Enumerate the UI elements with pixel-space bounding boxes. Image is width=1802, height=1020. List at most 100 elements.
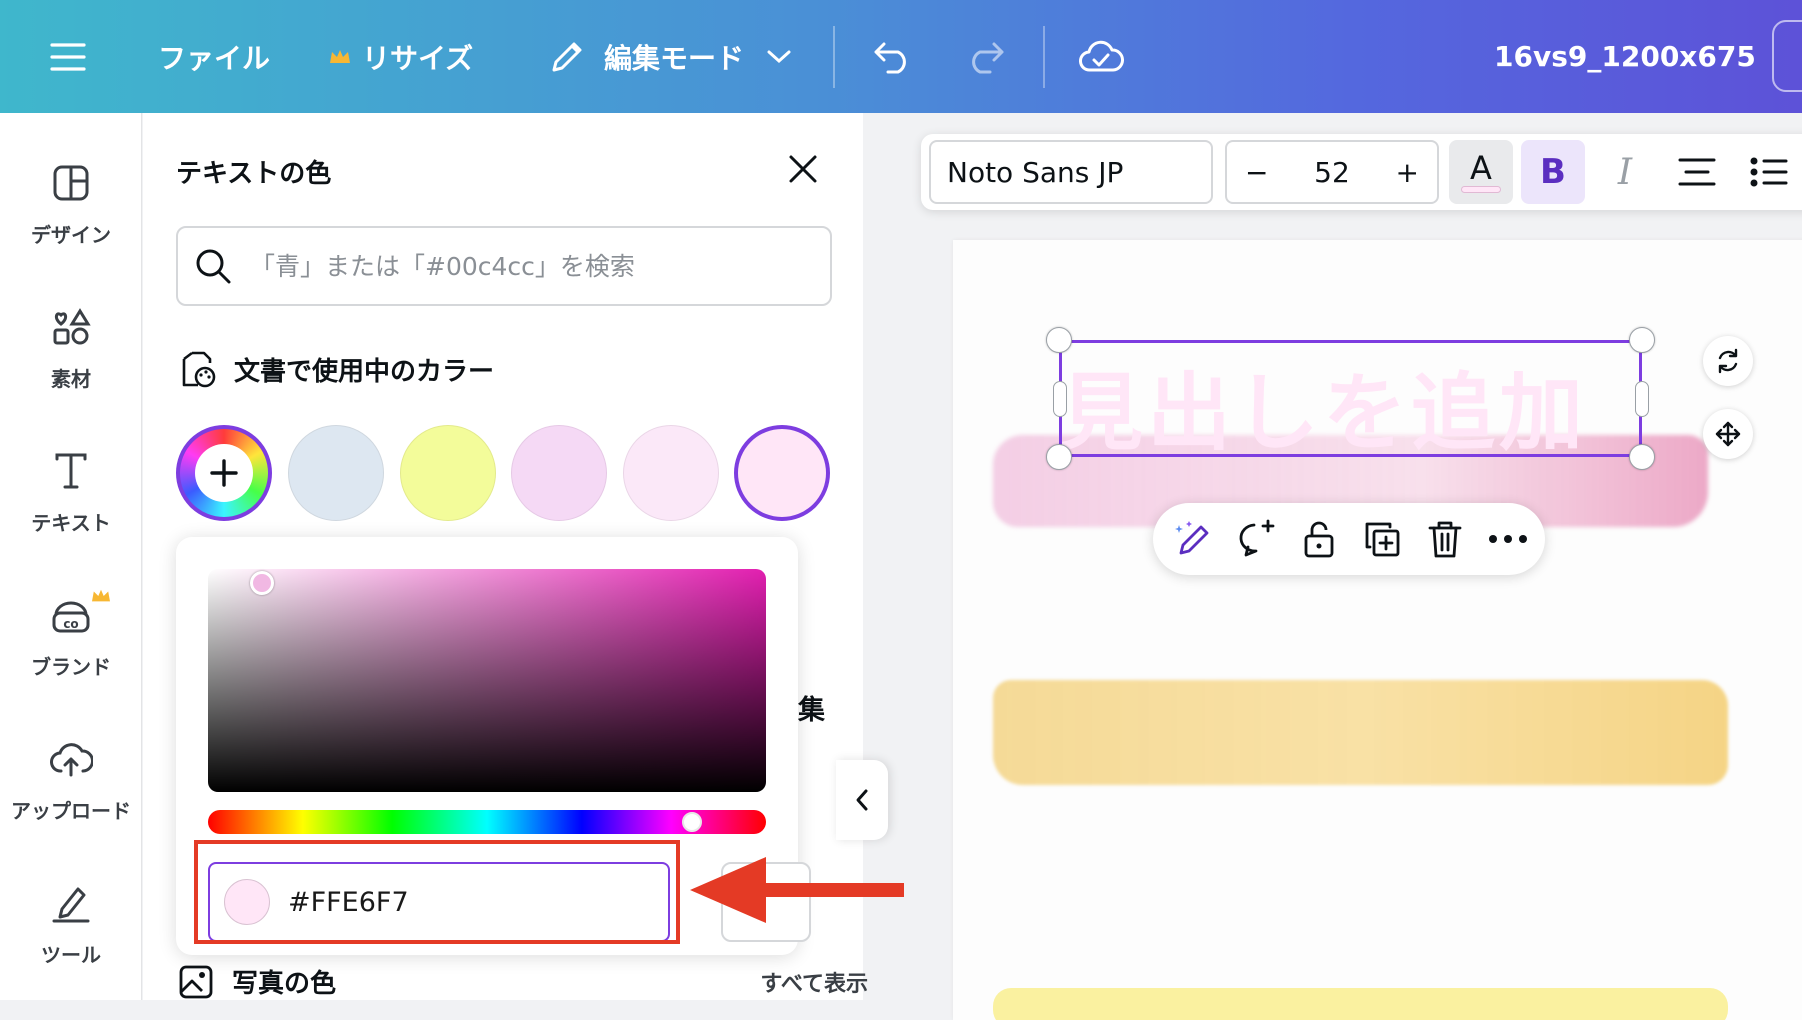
yellow-brush-stroke[interactable] — [993, 988, 1728, 1020]
sidebar-item-tools[interactable]: ツール — [0, 873, 142, 993]
color-search-input[interactable] — [248, 250, 808, 282]
font-size-control: − 52 + — [1225, 140, 1439, 204]
font-family-dropdown[interactable]: Noto Sans JP — [929, 140, 1213, 204]
toolbar-divider — [833, 26, 835, 88]
bullet-list-icon — [1750, 157, 1788, 187]
side-resize-handle[interactable] — [1635, 381, 1649, 417]
sidebar-item-uploads[interactable]: アップロード — [0, 729, 142, 849]
resize-handle[interactable] — [1629, 327, 1655, 353]
increase-size-button[interactable]: + — [1396, 156, 1419, 189]
resize-menu-label: リサイズ — [362, 41, 474, 75]
file-menu-label: ファイル — [158, 41, 271, 75]
text-icon — [55, 453, 87, 489]
sidebar-item-label: ブランド — [31, 655, 111, 679]
sidebar-item-design[interactable]: デザイン — [0, 153, 142, 273]
decrease-size-button[interactable]: − — [1245, 156, 1268, 189]
font-size-value[interactable]: 52 — [1314, 156, 1350, 189]
lock-button[interactable] — [1293, 513, 1345, 565]
svg-text:co: co — [63, 617, 78, 631]
close-panel-button[interactable] — [783, 149, 823, 189]
undo-button[interactable] — [872, 0, 914, 113]
italic-button[interactable]: I — [1593, 140, 1657, 204]
hex-input-wrapper — [208, 862, 670, 942]
edit-mode-dropdown[interactable]: 編集モード — [548, 0, 792, 113]
more-horizontal-icon — [1489, 535, 1527, 543]
text-color-button[interactable]: A — [1449, 140, 1513, 204]
plus-icon — [210, 459, 238, 487]
eyedropper-button[interactable] — [721, 862, 811, 942]
align-center-icon — [1678, 158, 1716, 186]
side-resize-handle[interactable] — [1053, 381, 1067, 417]
top-bar: ファイル リサイズ 編集モード 16vs9_1200x675 — [0, 0, 1802, 113]
hue-handle[interactable] — [682, 812, 702, 832]
left-sidebar: デザイン 素材 テキスト co ブランド アップロード ツール — [0, 113, 142, 1000]
unlock-icon — [1304, 521, 1334, 558]
document-title[interactable]: 16vs9_1200x675 — [1494, 0, 1756, 113]
elements-icon — [53, 308, 91, 345]
list-button[interactable] — [1737, 140, 1801, 204]
tools-icon — [52, 887, 90, 923]
panel-title: テキストの色 — [176, 159, 332, 189]
sidebar-item-brand[interactable]: co ブランド — [0, 585, 142, 705]
color-picker-popup — [176, 537, 811, 955]
collapse-panel-button[interactable] — [836, 760, 888, 840]
current-color-preview — [224, 879, 270, 925]
redo-button[interactable] — [964, 0, 1006, 113]
sidebar-item-elements[interactable]: 素材 — [0, 297, 142, 417]
font-family-value: Noto Sans JP — [947, 155, 1124, 189]
sidebar-item-label: アップロード — [11, 799, 131, 823]
text-format-toolbar: Noto Sans JP − 52 + A B I — [921, 134, 1802, 210]
comment-button[interactable] — [1230, 513, 1282, 565]
add-color-button[interactable] — [176, 425, 272, 521]
show-all-link[interactable]: すべて表示 — [760, 966, 868, 998]
yellow-brush-stroke[interactable] — [993, 680, 1728, 785]
doc-color-swatches — [176, 425, 846, 525]
saturation-handle[interactable] — [250, 571, 274, 595]
brand-icon: co — [52, 601, 90, 633]
color-swatch-selected[interactable] — [734, 425, 830, 521]
hamburger-icon — [50, 42, 86, 71]
more-options-button[interactable] — [1482, 513, 1534, 565]
duplicate-button[interactable] — [1356, 513, 1408, 565]
search-icon — [178, 247, 248, 285]
color-swatch[interactable] — [400, 425, 496, 521]
color-swatch[interactable] — [623, 425, 719, 521]
bold-button[interactable]: B — [1521, 140, 1585, 204]
sidebar-item-label: デザイン — [31, 223, 111, 247]
delete-button[interactable] — [1419, 513, 1471, 565]
move-icon — [1715, 421, 1741, 447]
crown-icon — [92, 589, 110, 602]
magic-pencil-icon — [1175, 521, 1209, 555]
crown-icon — [330, 49, 350, 63]
layout-icon — [53, 165, 89, 201]
color-swatch[interactable] — [288, 425, 384, 521]
saturation-value-area[interactable] — [208, 569, 766, 792]
redo-icon — [972, 42, 1004, 73]
chevron-down-icon — [767, 50, 791, 63]
share-button[interactable] — [1772, 20, 1802, 92]
resize-handle[interactable] — [1629, 444, 1655, 470]
comment-add-icon — [1239, 519, 1275, 557]
resize-handle[interactable] — [1046, 327, 1072, 353]
color-search — [176, 226, 832, 306]
hue-slider[interactable] — [208, 810, 766, 834]
save-status-button[interactable] — [1078, 0, 1124, 113]
move-button[interactable] — [1703, 409, 1753, 459]
rotate-button[interactable] — [1703, 336, 1753, 386]
align-button[interactable] — [1665, 140, 1729, 204]
hex-input[interactable] — [286, 885, 586, 919]
color-swatch[interactable] — [511, 425, 607, 521]
text-color-indicator — [1461, 185, 1501, 193]
sidebar-item-label: 素材 — [51, 367, 91, 391]
resize-menu[interactable]: リサイズ — [328, 0, 473, 113]
sidebar-item-text[interactable]: テキスト — [0, 441, 142, 561]
rotate-icon — [1718, 348, 1738, 374]
magic-edit-button[interactable] — [1167, 513, 1219, 565]
doc-colors-label: 文書で使用中のカラー — [234, 356, 495, 387]
design-canvas[interactable]: 見出しを追加 — [953, 240, 1802, 1020]
resize-handle[interactable] — [1046, 444, 1072, 470]
file-menu[interactable]: ファイル — [158, 0, 270, 113]
menu-button[interactable] — [50, 0, 86, 113]
element-action-bar — [1153, 503, 1545, 575]
partial-label: 集 — [798, 695, 825, 726]
